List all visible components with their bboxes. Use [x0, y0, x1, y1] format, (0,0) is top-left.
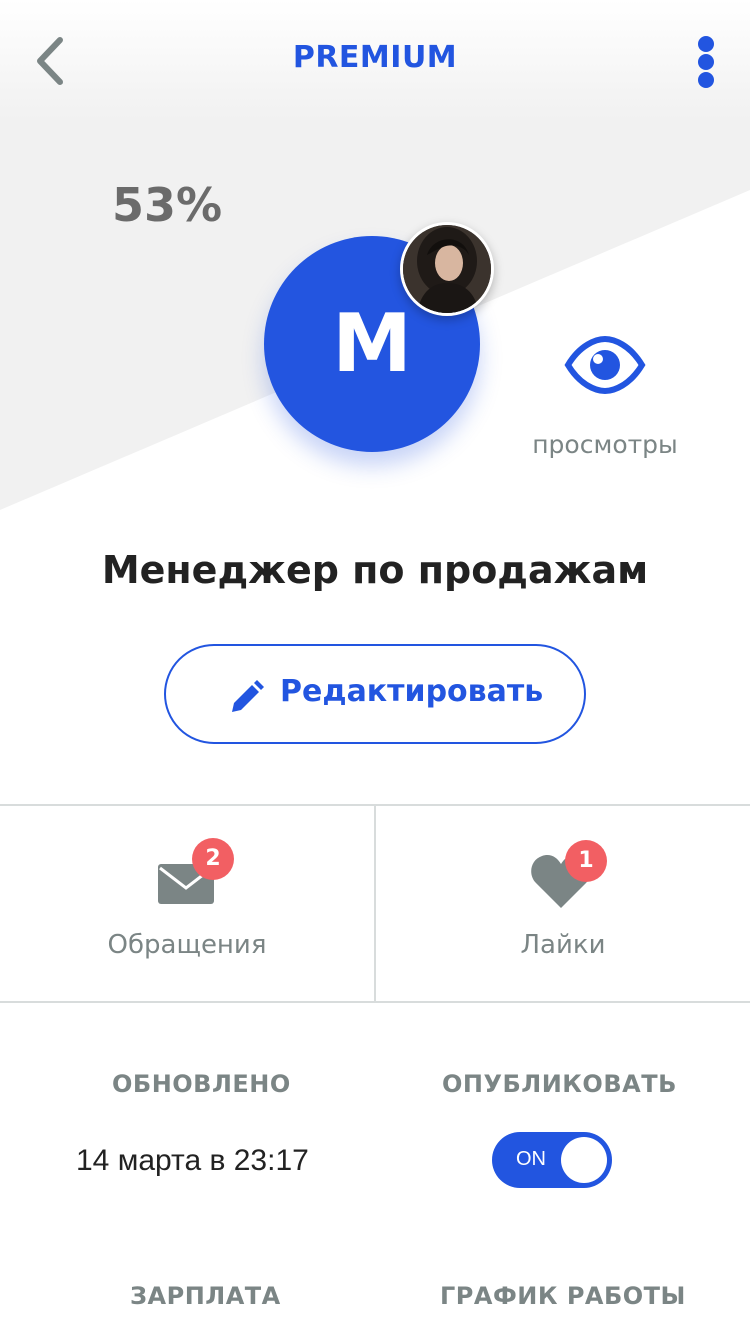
likes-badge: 1	[565, 840, 607, 882]
schedule-label: ГРАФИК РАБОТЫ	[440, 1282, 686, 1310]
updated-label: ОБНОВЛЕНО	[112, 1070, 291, 1098]
edit-button-label: Редактировать	[280, 674, 544, 709]
messages-badge: 2	[192, 838, 234, 880]
edit-button[interactable]: Редактировать	[164, 644, 586, 744]
profile-completion: 53%	[112, 178, 223, 232]
page-title: PREMIUM	[292, 40, 458, 75]
pencil-icon	[232, 680, 264, 712]
eye-icon	[564, 335, 646, 395]
salary-label: ЗАРПЛАТА	[130, 1282, 281, 1310]
more-vertical-icon	[698, 36, 714, 52]
top-bar: PREMIUM	[0, 0, 750, 120]
more-options-button[interactable]	[690, 32, 722, 92]
user-photo-image	[403, 225, 491, 313]
messages-label: Обращения	[107, 930, 267, 960]
publish-toggle[interactable]: ON	[492, 1132, 612, 1188]
views-button[interactable]	[560, 335, 650, 395]
toggle-knob	[561, 1137, 607, 1183]
likes-label: Лайки	[520, 930, 606, 960]
messages-tile[interactable]: 2 Обращения	[0, 806, 374, 1002]
job-title: Менеджер по продажам	[101, 548, 649, 592]
views-label: просмотры	[532, 430, 678, 459]
publish-label: ОПУБЛИКОВАТЬ	[442, 1070, 677, 1098]
toggle-state-label: ON	[516, 1148, 546, 1170]
likes-tile[interactable]: 1 Лайки	[376, 806, 750, 1002]
user-photo[interactable]	[400, 222, 494, 316]
updated-value: 14 марта в 23:17	[76, 1144, 309, 1177]
